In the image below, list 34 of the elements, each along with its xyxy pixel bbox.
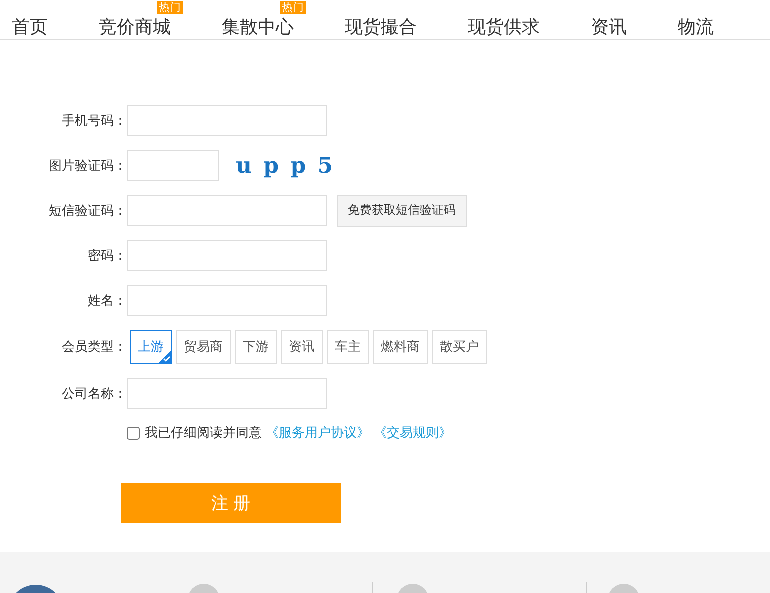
field-label: 手机号码： — [61, 112, 127, 130]
field-label: 姓名： — [87, 292, 127, 310]
field-label: 短信验证码： — [48, 202, 127, 220]
member-type-option[interactable]: 燃料商 — [373, 330, 428, 364]
field-label: 密码： — [87, 248, 127, 264]
input-field[interactable] — [127, 150, 219, 181]
member-type-option[interactable]: 车主 — [327, 330, 369, 364]
input-field[interactable] — [127, 378, 327, 409]
input-field[interactable] — [127, 105, 327, 136]
input-field[interactable] — [127, 285, 327, 316]
check-icon — [159, 351, 171, 363]
nav-link[interactable]: 首页 — [12, 17, 48, 38]
input-field[interactable] — [127, 195, 327, 226]
nav-link[interactable]: 集散中心 — [222, 17, 294, 38]
hot-badge: 热门 — [157, 1, 183, 14]
input-field[interactable] — [127, 240, 327, 271]
field-label: 会员类型： — [61, 339, 127, 356]
member-type-option[interactable]: 贸易商 — [176, 330, 231, 364]
member-type-option[interactable]: 散买户 — [432, 330, 487, 364]
nav-link[interactable]: 现货撮合 — [345, 17, 417, 38]
member-type-option[interactable]: 下游 — [235, 330, 277, 364]
field-label: 图片验证码： — [48, 158, 127, 174]
hot-badge: 热门 — [280, 1, 306, 14]
nav-link[interactable]: 竞价商城 — [99, 17, 171, 38]
sms-code-button[interactable]: 免费获取短信验证码 — [337, 194, 467, 226]
agree-checkbox[interactable] — [127, 426, 140, 440]
member-type-option[interactable]: 上游 — [130, 330, 172, 364]
nav-link[interactable]: 物流 — [678, 17, 714, 38]
agree-text: 我已仔细阅读并同意 — [145, 425, 262, 442]
member-type-option[interactable]: 资讯 — [281, 330, 323, 364]
nav-link[interactable]: 现货供求 — [468, 17, 540, 38]
nav-link[interactable]: 资讯 — [591, 17, 627, 38]
captcha-image[interactable]: u p p 5 — [236, 152, 336, 178]
field-label: 公司名称： — [61, 386, 127, 402]
